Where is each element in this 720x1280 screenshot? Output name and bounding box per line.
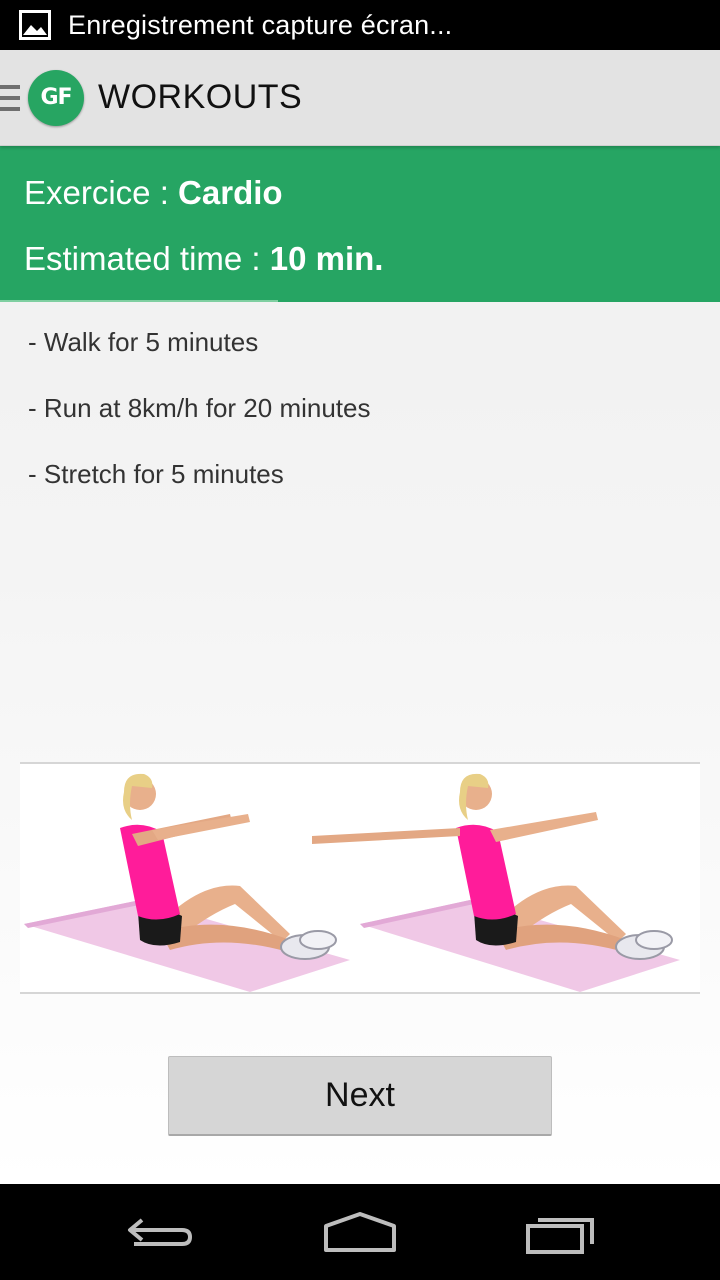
- header-underline: [0, 300, 278, 302]
- estimated-time-label: Estimated time :: [24, 240, 270, 277]
- exercise-illustration: [20, 762, 700, 994]
- system-nav-bar: [0, 1184, 720, 1280]
- exercise-line: Exercice : Cardio: [24, 174, 283, 212]
- step-item: - Walk for 5 minutes: [28, 327, 259, 357]
- page-title: WORKOUTS: [98, 78, 303, 116]
- estimated-time-line: Estimated time : 10 min.: [24, 240, 383, 278]
- app-logo-text: GF: [40, 85, 72, 110]
- workout-header: Exercice : Cardio Estimated time : 10 mi…: [0, 146, 720, 302]
- exercise-illustration-graphic: [24, 773, 680, 992]
- next-button[interactable]: Next: [168, 1056, 552, 1136]
- exercise-figure-2: [312, 773, 680, 992]
- menu-icon[interactable]: [0, 83, 22, 113]
- exercise-label: Exercice :: [24, 174, 179, 211]
- status-notification-text: Enregistrement capture écran...: [68, 9, 453, 40]
- back-icon[interactable]: [120, 1204, 200, 1260]
- workout-content: Exercice : Cardio Estimated time : 10 mi…: [0, 146, 720, 1184]
- estimated-time-value: 10 min.: [269, 240, 384, 277]
- step-item: - Run at 8km/h for 20 minutes: [28, 393, 371, 423]
- app-logo[interactable]: GF: [28, 69, 84, 126]
- home-icon[interactable]: [320, 1204, 400, 1260]
- status-bar: Enregistrement capture écran...: [0, 0, 720, 50]
- action-bar: GF WORKOUTS: [0, 50, 720, 146]
- recent-apps-icon[interactable]: [522, 1204, 602, 1260]
- exercise-figure-1: [24, 773, 350, 992]
- step-item: - Stretch for 5 minutes: [28, 459, 284, 489]
- exercise-value: Cardio: [178, 174, 283, 211]
- image-icon: [19, 10, 51, 40]
- workout-steps: - Walk for 5 minutes - Run at 8km/h for …: [28, 324, 370, 522]
